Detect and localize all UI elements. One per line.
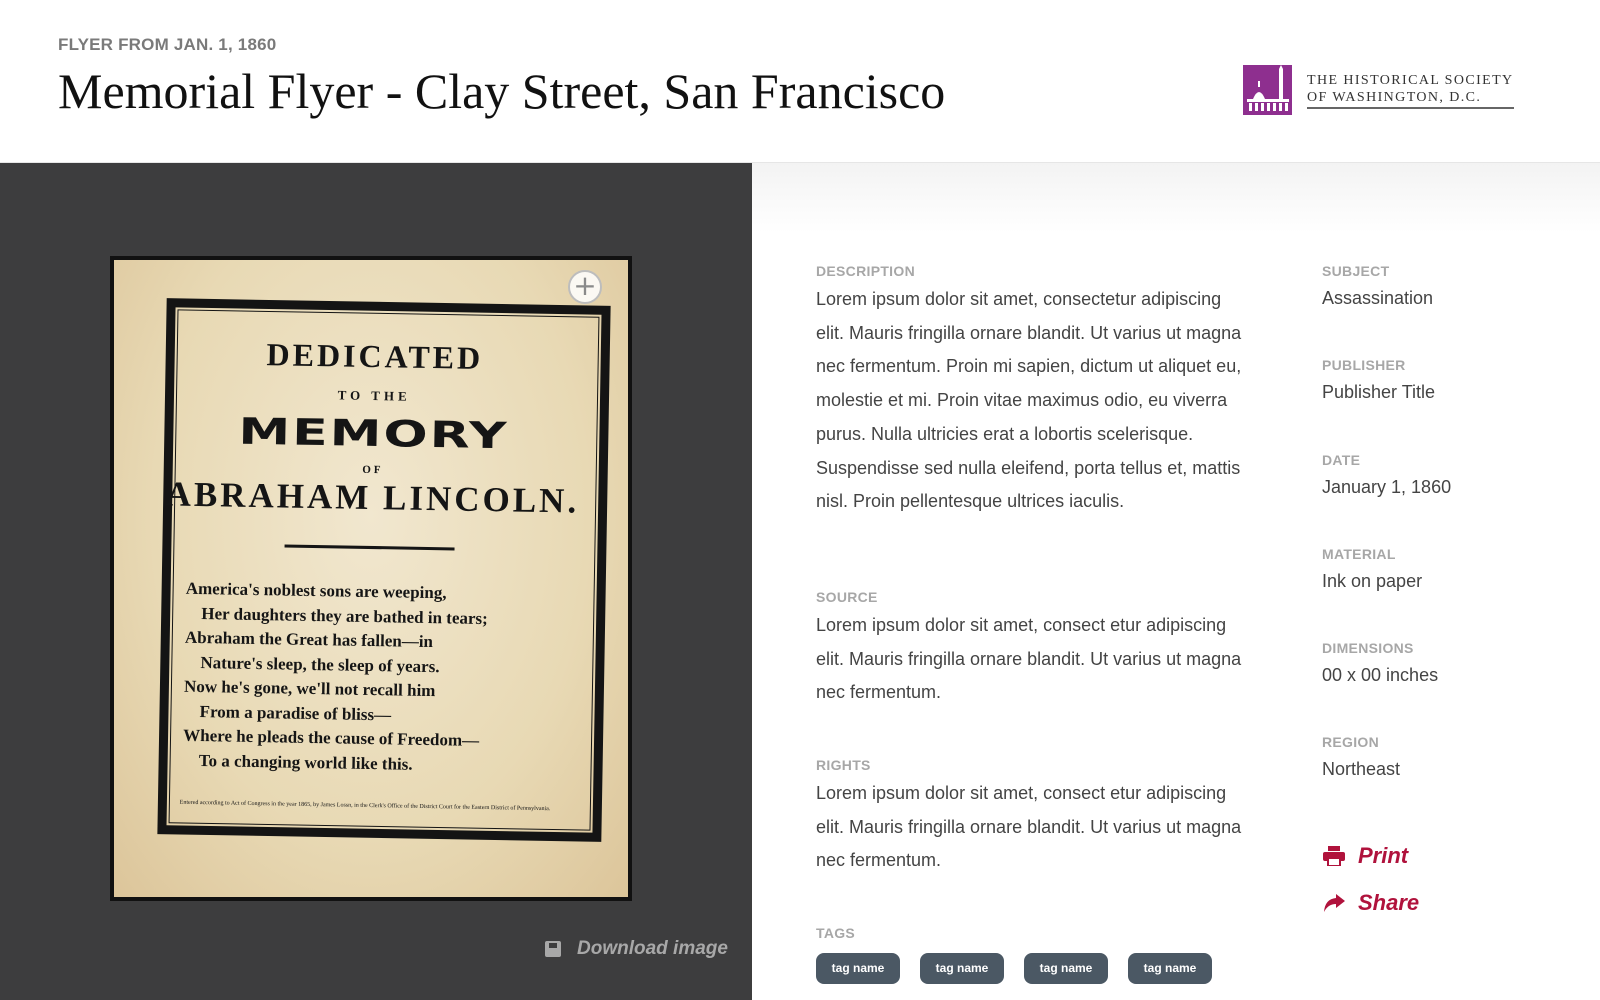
material-value: Ink on paper <box>1322 570 1423 591</box>
tag-chip[interactable]: tag name <box>1128 953 1212 984</box>
meta-material: MATERIAL Ink on paper <box>1322 546 1562 640</box>
image-viewer: DEDICATED TO THE MEMORY OF ABRAHAM LINCO… <box>0 163 752 1000</box>
dimensions-label: DIMENSIONS <box>1322 640 1414 657</box>
flyer-poem: America's noblest sons are weeping, Her … <box>183 577 586 780</box>
dimensions-value: 00 x 00 inches <box>1322 665 1439 686</box>
region-label: REGION <box>1322 734 1380 751</box>
flyer-memory: MEMORY <box>238 410 509 458</box>
flyer-fine-print: Entered according to Act of Congress in … <box>179 799 551 813</box>
description-text: Lorem ipsum dolor sit amet, consectetur … <box>816 289 1242 512</box>
tags-label: TAGS <box>816 925 856 941</box>
download-label: Download image <box>577 938 728 959</box>
historical-society-logo[interactable]: THE HISTORICAL SOCIETY OF WASHINGTON, D.… <box>1243 65 1514 115</box>
print-label: Print <box>1358 843 1409 868</box>
zoom-plus-icon[interactable]: + <box>568 270 602 304</box>
capitol-logo-icon <box>1243 65 1292 115</box>
tag-chip[interactable]: tag name <box>816 953 900 984</box>
share-arrow-icon <box>1322 894 1346 912</box>
region-value: Northeast <box>1322 759 1401 780</box>
tags-section: TAGS tag name tag name tag name tag name <box>816 925 1256 984</box>
tag-list: tag name tag name tag name tag name <box>816 953 1256 984</box>
publisher-value: Publisher Title <box>1322 382 1436 403</box>
save-icon <box>545 941 561 957</box>
meta-subject: SUBJECT Assassination <box>1322 263 1562 357</box>
source-section: SOURCE Lorem ipsum dolor sit amet, conse… <box>816 589 1246 710</box>
share-button[interactable]: Share <box>1322 890 1419 916</box>
subject-value: Assassination <box>1322 288 1434 308</box>
tag-chip[interactable]: tag name <box>920 953 1004 984</box>
date-value: January 1, 1860 <box>1322 476 1452 497</box>
rights-label: RIGHTS <box>816 757 871 773</box>
print-button[interactable]: Print <box>1322 843 1419 869</box>
actions: Print Share <box>1322 843 1419 937</box>
description-section: DESCRIPTION Lorem ipsum dolor sit amet, … <box>816 263 1246 519</box>
meta-date: DATE January 1, 1860 <box>1322 452 1562 546</box>
subject-label: SUBJECT <box>1322 263 1390 279</box>
flyer-paper: DEDICATED TO THE MEMORY OF ABRAHAM LINCO… <box>114 260 628 897</box>
flyer-dedicated: DEDICATED <box>266 336 484 376</box>
flyer-text: DEDICATED TO THE MEMORY OF ABRAHAM LINCO… <box>114 260 628 897</box>
download-image-button[interactable]: Download image <box>545 938 728 960</box>
tag-chip[interactable]: tag name <box>1024 953 1108 984</box>
page-header: FLYER FROM JAN. 1, 1860 Memorial Flyer -… <box>0 0 1600 163</box>
logo-wordmark: THE HISTORICAL SOCIETY OF WASHINGTON, D.… <box>1307 72 1514 109</box>
date-label: DATE <box>1322 451 1361 468</box>
flyer-to-the: TO THE <box>337 387 411 404</box>
logo-line-1: THE HISTORICAL SOCIETY <box>1307 72 1514 88</box>
meta-region: REGION Northeast <box>1322 734 1562 828</box>
publisher-label: PUBLISHER <box>1322 357 1406 374</box>
logo-line-2: OF WASHINGTON, D.C. <box>1307 89 1514 109</box>
rights-section: RIGHTS Lorem ipsum dolor sit amet, conse… <box>816 757 1246 878</box>
meta-dimensions: DIMENSIONS 00 x 00 inches <box>1322 640 1562 734</box>
page-title: Memorial Flyer - Clay Street, San Franci… <box>58 63 946 119</box>
source-text: Lorem ipsum dolor sit amet, consect etur… <box>816 615 1242 703</box>
share-label: Share <box>1358 890 1420 915</box>
flyer-image[interactable]: DEDICATED TO THE MEMORY OF ABRAHAM LINCO… <box>110 256 632 901</box>
rights-text: Lorem ipsum dolor sit amet, consect etur… <box>816 783 1242 871</box>
material-label: MATERIAL <box>1322 545 1396 562</box>
item-eyebrow: FLYER FROM JAN. 1, 1860 <box>58 35 277 54</box>
meta-publisher: PUBLISHER Publisher Title <box>1322 357 1562 451</box>
description-label: DESCRIPTION <box>816 263 915 279</box>
source-label: SOURCE <box>816 589 878 605</box>
metadata-column: SUBJECT Assassination PUBLISHER Publishe… <box>1322 263 1562 829</box>
flyer-name: ABRAHAM LINCOLN. <box>165 474 580 521</box>
flyer-rule <box>284 544 455 551</box>
details-panel: DESCRIPTION Lorem ipsum dolor sit amet, … <box>752 163 1600 1000</box>
printer-icon <box>1322 846 1346 866</box>
